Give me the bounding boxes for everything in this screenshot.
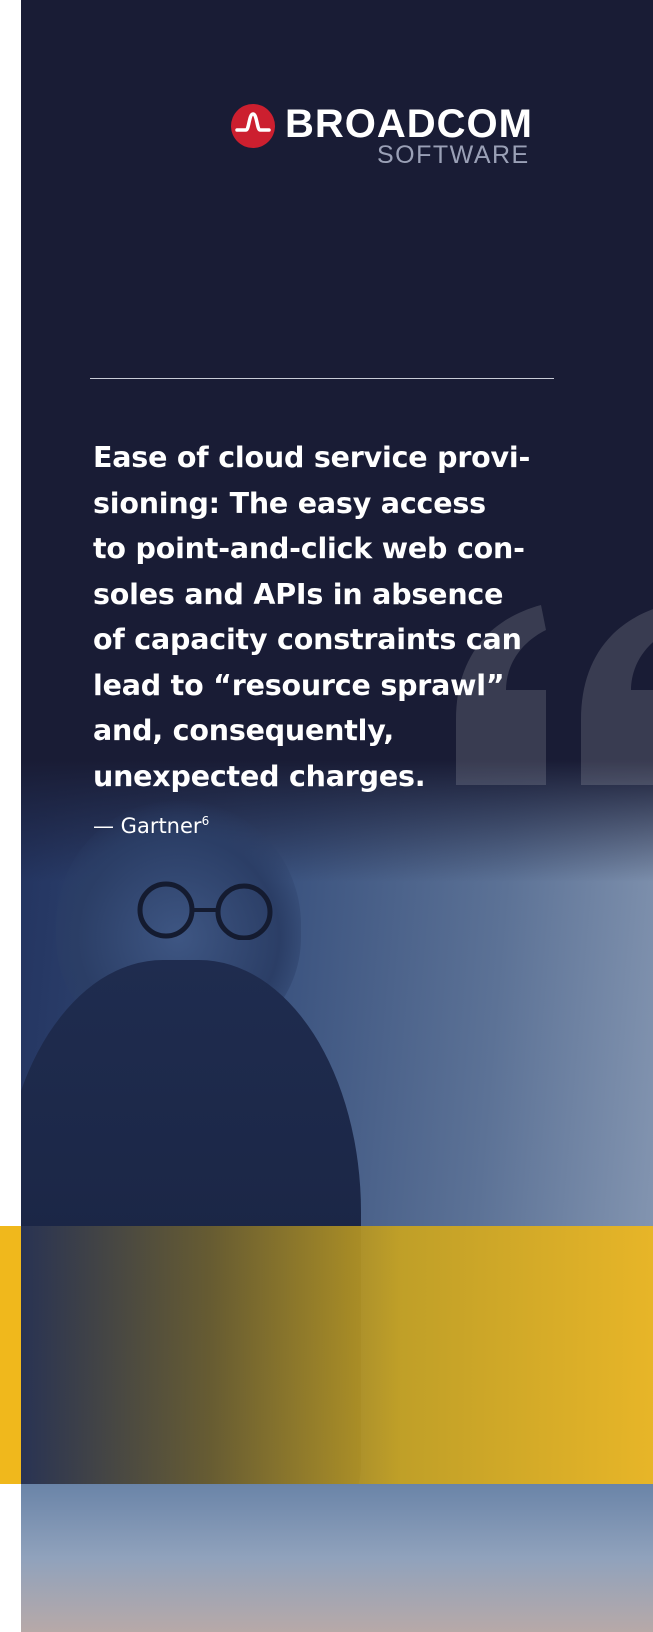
photo-glasses: [137, 881, 273, 940]
pull-quote: Ease of cloud service provi- sioning: Th…: [93, 435, 568, 799]
attribution-source: — Gartner: [93, 814, 202, 838]
photo-desk: [21, 1484, 653, 1632]
logo-wordmark: BROADCOM: [285, 102, 533, 146]
pull-quote-line: sioning: The easy access: [93, 486, 486, 520]
logo-subtitle: SOFTWARE: [377, 141, 530, 169]
pull-quote-line: and, consequently,: [93, 714, 395, 747]
pull-quote-line: to point-and-click web con-: [93, 532, 525, 565]
pull-quote-line: Ease of cloud service provi-: [93, 441, 531, 474]
brochure-panel: BROADCOM SOFTWARE Ease of cloud service …: [21, 0, 653, 1632]
footnote-marker: 6: [201, 814, 210, 828]
yellow-highlight-band: [21, 1226, 653, 1484]
yellow-edge-strip: [0, 1226, 21, 1484]
logo-pulse-icon: [231, 104, 275, 148]
quote-attribution: — Gartner6: [93, 808, 209, 839]
broadcom-logo-icon: BROADCOM SOFTWARE: [231, 100, 561, 168]
pull-quote-line: of capacity constraints can: [93, 623, 522, 656]
pull-quote-line: unexpected charges.: [93, 759, 426, 793]
pull-quote-line: lead to “resource sprawl”: [93, 668, 505, 702]
divider-rule: [90, 378, 554, 379]
pull-quote-line: soles and APIs in absence: [93, 577, 504, 611]
